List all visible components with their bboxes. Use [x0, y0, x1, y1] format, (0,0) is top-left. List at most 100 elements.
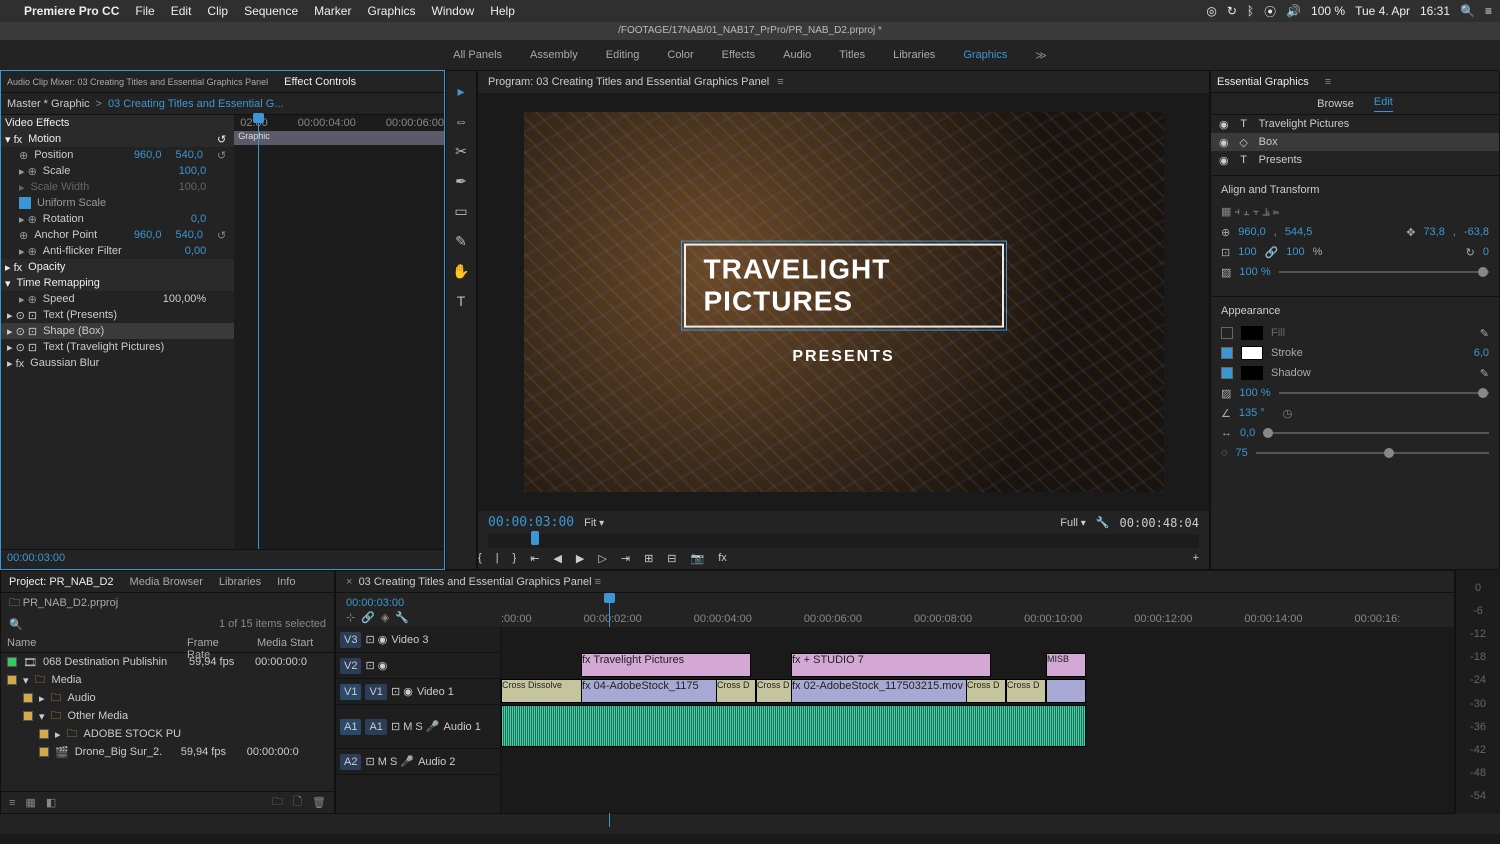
ec-uniform-scale[interactable]: Uniform Scale — [37, 197, 106, 209]
ec-position-label[interactable]: Position — [34, 149, 73, 161]
new-item-icon[interactable]: 🗋 — [293, 793, 302, 812]
eg-pos-x[interactable]: 960,0 — [1238, 226, 1266, 238]
trash-icon[interactable]: 🗑 — [312, 796, 326, 809]
eg-layer-presents[interactable]: Presents — [1259, 154, 1302, 166]
eg-align-buttons[interactable]: ▦ ⫞ ⫠ ⫟ ⫡ ⫢ — [1221, 202, 1489, 222]
eg-rotation[interactable]: 0 — [1483, 246, 1489, 258]
project-row[interactable]: 🎬Drone_Big Sur_2.59,94 fps00:00:00:0 — [1, 743, 334, 761]
menu-icon[interactable]: ≡ — [1485, 4, 1492, 18]
ec-sequence-link[interactable]: 03 Creating Titles and Essential G... — [108, 98, 283, 110]
freeform-view-icon[interactable]: ◧ — [46, 796, 56, 809]
menu-clip[interactable]: Clip — [207, 4, 228, 18]
sync-icon[interactable]: ↻ — [1227, 4, 1237, 18]
shadow-swatch[interactable] — [1241, 366, 1263, 380]
title-box-graphic[interactable]: TRAVELIGHT PICTURES — [684, 244, 1004, 328]
eg-scale-w[interactable]: 100 — [1238, 246, 1256, 258]
eg-edit-tab[interactable]: Edit — [1374, 96, 1393, 112]
shadow-distance[interactable]: 0,0 — [1240, 427, 1255, 439]
battery-status[interactable]: 100 % — [1311, 4, 1345, 18]
tab-audio-clip-mixer[interactable]: Audio Clip Mixer: 03 Creating Titles and… — [7, 77, 268, 87]
ec-mini-timeline[interactable]: 02:00 00:00:04:00 00:00:06:00 Graphic — [234, 115, 444, 549]
clip-graphic-travelight[interactable]: fx Travelight Pictures — [581, 653, 751, 677]
ec-motion[interactable]: Motion — [28, 133, 61, 145]
clip-cross-dissolve[interactable]: Cross D — [1006, 679, 1046, 703]
tab-libraries[interactable]: Libraries — [219, 576, 261, 588]
eg-layer-travelight[interactable]: Travelight Pictures — [1259, 118, 1350, 130]
eg-scale-h[interactable]: 100 — [1286, 246, 1304, 258]
type-tool[interactable]: T — [451, 291, 471, 311]
menu-help[interactable]: Help — [490, 4, 515, 18]
program-video[interactable]: TRAVELIGHT PICTURES PRESENTS — [524, 112, 1164, 492]
tab-media-browser[interactable]: Media Browser — [130, 576, 203, 588]
ws-assembly[interactable]: Assembly — [530, 49, 578, 61]
menu-sequence[interactable]: Sequence — [244, 4, 298, 18]
go-to-in-button[interactable]: ⇤ — [530, 552, 539, 565]
timeline-ruler[interactable]: :00:0000:00:02:0000:00:04:0000:00:06:000… — [501, 593, 1454, 627]
project-row[interactable]: ▸🗀Audio — [1, 689, 334, 707]
ec-speed-label[interactable]: Speed — [43, 293, 75, 305]
ws-effects[interactable]: Effects — [722, 49, 755, 61]
stroke-width[interactable]: 6,0 — [1474, 347, 1489, 359]
ec-time-remap[interactable]: Time Remapping — [17, 277, 100, 289]
fill-checkbox[interactable] — [1221, 327, 1233, 339]
ec-gaussian-blur[interactable]: Gaussian Blur — [30, 357, 99, 369]
tab-project[interactable]: Project: PR_NAB_D2 — [9, 576, 114, 588]
wrench-icon[interactable]: 🔧 — [1096, 516, 1110, 529]
eyedropper-icon[interactable]: ✎ — [1480, 327, 1489, 340]
stroke-checkbox[interactable] — [1221, 347, 1233, 359]
step-back-button[interactable]: ◀ — [553, 552, 561, 565]
mark-in-button[interactable]: { — [478, 552, 482, 565]
ec-position-y[interactable]: 540,0 — [175, 149, 203, 161]
clip-video-3[interactable] — [1046, 679, 1086, 703]
lift-button[interactable]: ⊞ — [644, 552, 653, 565]
razor-tool[interactable]: ✒ — [451, 171, 471, 191]
mark-clip-button[interactable]: | — [496, 552, 499, 565]
menu-window[interactable]: Window — [432, 4, 475, 18]
ws-all-panels[interactable]: All Panels — [453, 49, 502, 61]
shadow-opacity[interactable]: 100 % — [1239, 387, 1270, 399]
clip-video-2[interactable]: fx 02-AdobeStock_117503215.mov — [791, 679, 991, 703]
ec-antiflicker-label[interactable]: Anti-flicker Filter — [43, 245, 122, 257]
settings-icon[interactable]: 🔧 — [395, 611, 409, 624]
clip-graphic-misb[interactable]: MISB — [1046, 653, 1086, 677]
visibility-icon[interactable]: ◉ — [1219, 118, 1229, 131]
clip-cross-dissolve[interactable]: Cross D — [756, 679, 796, 703]
visibility-icon[interactable]: ◉ — [1219, 136, 1229, 149]
ws-overflow-icon[interactable]: ≫ — [1035, 49, 1047, 62]
pen-tool[interactable]: ✎ — [451, 231, 471, 251]
program-tab[interactable]: Program: 03 Creating Titles and Essentia… — [488, 76, 769, 88]
menu-edit[interactable]: Edit — [171, 4, 192, 18]
snap-icon[interactable]: ⊹ — [346, 611, 355, 624]
selection-tool[interactable]: ▸ — [451, 81, 471, 101]
ec-scale-label[interactable]: Scale — [43, 165, 71, 177]
clip-graphic-studio[interactable]: fx + STUDIO 7 — [791, 653, 991, 677]
wifi-icon[interactable]: ⦿ — [1264, 3, 1276, 20]
search-icon[interactable]: 🔍 — [9, 618, 23, 631]
eg-panel-tab[interactable]: Essential Graphics — [1217, 76, 1309, 88]
shadow-blur[interactable]: 75 — [1236, 447, 1248, 459]
ws-audio[interactable]: Audio — [783, 49, 811, 61]
shadow-angle[interactable]: 135 ° — [1239, 407, 1265, 419]
fx-button[interactable]: fx — [718, 552, 727, 565]
eg-pos-y[interactable]: 544,5 — [1285, 226, 1313, 238]
go-to-out-button[interactable]: ⇥ — [621, 552, 630, 565]
menu-marker[interactable]: Marker — [314, 4, 351, 18]
spotlight-icon[interactable]: 🔍 — [1460, 4, 1475, 18]
track-v1[interactable]: V1 — [365, 684, 386, 700]
col-mediastart[interactable]: Media Start — [251, 635, 319, 652]
project-row[interactable]: ▾🗀Media — [1, 671, 334, 689]
tab-effect-controls[interactable]: Effect Controls — [284, 76, 356, 88]
ec-shape-box[interactable]: Shape (Box) — [43, 325, 104, 337]
ws-graphics[interactable]: Graphics — [963, 49, 1007, 61]
ec-rotation-val[interactable]: 0,0 — [191, 213, 206, 225]
track-select-tool[interactable]: ⇔ — [451, 111, 471, 131]
program-timecode[interactable]: 00:00:03:00 — [488, 515, 574, 530]
step-fwd-button[interactable]: ▷ — [598, 552, 606, 565]
clip-audio[interactable] — [501, 705, 1086, 747]
eg-opacity-slider[interactable] — [1279, 271, 1489, 273]
src-v1[interactable]: V1 — [340, 684, 361, 700]
eg-layer-box[interactable]: Box — [1259, 136, 1278, 148]
linked-sel-icon[interactable]: 🔗 — [361, 611, 375, 624]
timeline-clips-area[interactable]: fx Travelight Pictures fx + STUDIO 7 MIS… — [501, 627, 1454, 813]
shadow-distance-slider[interactable] — [1263, 432, 1489, 434]
